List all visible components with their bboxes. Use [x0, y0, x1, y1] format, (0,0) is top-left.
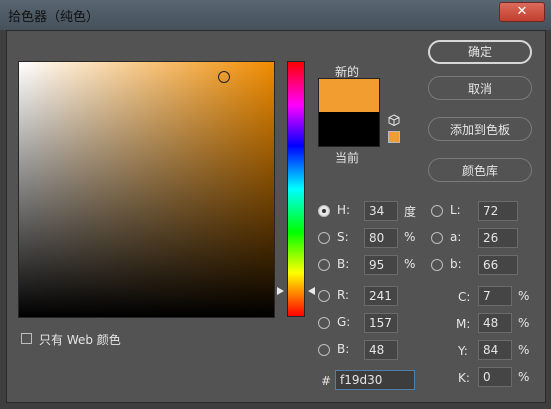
color-libraries-button[interactable]: 颜色库: [428, 158, 532, 182]
radio-l[interactable]: [431, 205, 443, 217]
lab-b-input[interactable]: 66: [478, 255, 518, 275]
radio-g[interactable]: [318, 317, 330, 329]
rgb-b-input[interactable]: 48: [364, 340, 398, 360]
hsb-b-label: B:: [337, 257, 350, 271]
radio-a[interactable]: [431, 232, 443, 244]
a-label: a:: [450, 230, 462, 244]
title-bar[interactable]: 拾色器（纯色） ✕: [0, 0, 551, 30]
r-label: R:: [337, 288, 350, 302]
s-label: S:: [337, 230, 349, 244]
l-input[interactable]: 72: [478, 201, 518, 221]
window-title: 拾色器（纯色）: [8, 10, 100, 25]
a-input[interactable]: 26: [478, 228, 518, 248]
color-field-cursor-icon[interactable]: [218, 71, 230, 83]
l-label: L:: [450, 203, 461, 217]
hsb-b-unit: %: [404, 257, 416, 271]
s-unit: %: [404, 230, 416, 244]
y-label: Y:: [458, 344, 468, 358]
c-input[interactable]: 7: [478, 286, 512, 306]
y-unit: %: [518, 343, 530, 357]
r-input[interactable]: 241: [364, 286, 398, 306]
k-input[interactable]: 0: [478, 367, 512, 387]
c-unit: %: [518, 289, 530, 303]
hue-slider[interactable]: [287, 61, 305, 317]
s-input[interactable]: 80: [364, 228, 398, 248]
web-only-checkbox[interactable]: [21, 333, 32, 344]
web-safe-color-swatch[interactable]: [388, 131, 400, 143]
close-button[interactable]: ✕: [499, 2, 545, 22]
m-label: M:: [456, 317, 471, 331]
hex-input[interactable]: f19d30: [335, 370, 415, 390]
hue-slider-left-arrow-icon[interactable]: [277, 287, 284, 295]
h-unit: 度: [404, 205, 417, 219]
cancel-button[interactable]: 取消: [428, 76, 532, 100]
m-unit: %: [518, 316, 530, 330]
g-label: G:: [337, 315, 351, 329]
radio-hsb-b[interactable]: [318, 259, 330, 271]
k-unit: %: [518, 370, 530, 384]
rgb-b-label: B:: [337, 342, 350, 356]
radio-lab-b[interactable]: [431, 259, 443, 271]
h-label: H:: [337, 203, 351, 217]
hue-slider-right-arrow-icon[interactable]: [308, 287, 315, 295]
radio-s[interactable]: [318, 232, 330, 244]
y-input[interactable]: 84: [478, 340, 512, 360]
ok-button[interactable]: 确定: [428, 40, 532, 64]
g-input[interactable]: 157: [364, 313, 398, 333]
m-input[interactable]: 48: [478, 313, 512, 333]
hex-label: #: [321, 374, 332, 388]
add-to-swatches-button[interactable]: 添加到色板: [428, 117, 532, 141]
c-label: C:: [458, 290, 471, 304]
current-color-swatch[interactable]: [318, 112, 380, 147]
web-only-label: 只有 Web 颜色: [39, 333, 121, 347]
k-label: K:: [458, 371, 470, 385]
radio-rgb-b[interactable]: [318, 344, 330, 356]
current-color-label: 当前: [335, 151, 360, 165]
radio-h[interactable]: [318, 205, 330, 217]
new-color-swatch: [318, 78, 380, 114]
lab-b-label: b:: [450, 257, 462, 271]
cube-icon[interactable]: [388, 114, 400, 126]
h-input[interactable]: 34: [364, 201, 398, 221]
hsb-b-input[interactable]: 95: [364, 255, 398, 275]
color-field[interactable]: [18, 61, 275, 318]
color-picker-dialog: 新的 当前 确定 取消 添加到色板 颜色库 H: 34 度 S: 80 % B:…: [6, 30, 546, 403]
radio-r[interactable]: [318, 290, 330, 302]
